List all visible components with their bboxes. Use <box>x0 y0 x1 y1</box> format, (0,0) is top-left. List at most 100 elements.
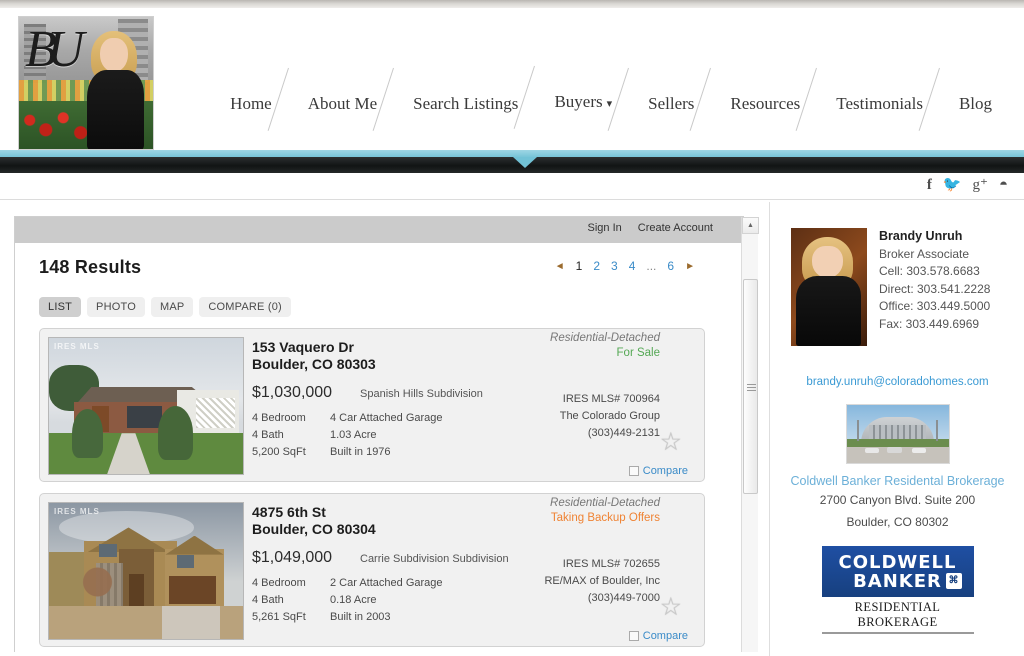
nav-underbar <box>0 157 1024 173</box>
pagination: ◄ 1 2 3 4 ... 6 ► <box>555 259 695 273</box>
logo-residential-brokerage-text: RESIDENTIAL BROKERAGE <box>821 597 974 634</box>
listing-card[interactable]: IRES MLS 4875 6th St Boulder, CO 80304 $… <box>39 493 705 647</box>
compare-control[interactable]: Compare <box>628 465 688 477</box>
compare-control[interactable]: Compare <box>628 630 688 642</box>
scrollbar-up-arrow[interactable]: ▲ <box>742 217 759 234</box>
listing-brokerage: RE/MAX of Boulder, Inc <box>544 575 660 587</box>
sign-in-link[interactable]: Sign In <box>588 222 622 234</box>
listing-status-col: Residential-Detached Taking Backup Offer… <box>550 496 660 526</box>
main-navigation: Home About Me Search Listings Buyers ▾ Se… <box>212 92 1010 116</box>
listing-lot-size: 1.03 Acre <box>330 429 377 441</box>
listing-subdivision: Carrie Subdivision Subdivision <box>360 553 509 565</box>
listing-baths: 4 Bath <box>252 594 284 606</box>
compare-label: Compare <box>642 630 688 642</box>
nav-label: Home <box>230 94 272 113</box>
listing-phone: (303)449-7000 <box>587 592 660 604</box>
agent-title: Broker Associate <box>879 246 970 261</box>
listing-property-type: Residential-Detached <box>550 332 660 344</box>
listing-year-built: Built in 1976 <box>330 446 391 458</box>
listing-price: $1,049,000 <box>252 549 333 566</box>
pagination-page-1[interactable]: 1 <box>576 259 583 273</box>
pagination-page-3[interactable]: 3 <box>611 259 618 273</box>
favorite-star-icon[interactable]: ☆ <box>660 595 682 620</box>
nav-label: Blog <box>958 94 992 113</box>
avatar-body <box>795 276 861 346</box>
pagination-page-2[interactable]: 2 <box>593 259 600 273</box>
listing-photo[interactable]: IRES MLS <box>48 502 244 640</box>
photo-watermark: IRES MLS <box>54 342 100 351</box>
nav-item-testimonials[interactable]: Testimonials <box>818 94 941 116</box>
tab-list[interactable]: LIST <box>39 297 82 317</box>
listing-year-built: Built in 2003 <box>330 611 391 623</box>
page-root: BU Home About Me Search Listings Buyers ▾… <box>0 0 1024 656</box>
listing-brokerage: The Colorado Group <box>559 410 660 422</box>
facebook-icon[interactable]: f <box>927 177 932 193</box>
nav-label: Testimonials <box>836 94 923 113</box>
create-account-link[interactable]: Create Account <box>638 222 713 234</box>
listing-bedrooms: 4 Bedroom <box>252 412 306 424</box>
compare-checkbox[interactable] <box>628 466 639 476</box>
account-links: Sign In Create Account <box>588 222 713 234</box>
googleplus-icon[interactable]: g⁺ <box>973 177 988 193</box>
photo-lattice-window <box>196 397 236 428</box>
photo-shrub-left <box>72 408 104 458</box>
listing-status-col: Residential-Detached For Sale <box>550 331 660 361</box>
listing-bedrooms: 4 Bedroom <box>252 577 306 589</box>
listing-card[interactable]: IRES MLS 153 Vaquero Dr Boulder, CO 8030… <box>39 328 705 482</box>
agent-cell-phone: Cell: 303.578.6683 <box>879 264 980 278</box>
brokerage-address-line1: 2700 Canyon Blvd. Suite 200 <box>819 493 976 507</box>
site-header: BU Home About Me Search Listings Buyers ▾… <box>0 8 1024 150</box>
listing-phone: (303)449-2131 <box>587 427 660 439</box>
agent-email-link[interactable]: brandy.unruh@coloradohomes.com <box>771 376 1024 388</box>
agent-fax: Fax: 303.449.6969 <box>879 316 980 331</box>
brokerage-name-link[interactable]: Coldwell Banker Residental Brokerage <box>771 474 1024 488</box>
listing-garage: 2 Car Attached Garage <box>330 577 443 589</box>
nav-label: Buyers <box>554 92 603 111</box>
pagination-next[interactable]: ► <box>685 261 695 272</box>
nav-item-search-listings[interactable]: Search Listings <box>395 94 536 116</box>
favorite-star-icon[interactable]: ☆ <box>660 430 682 455</box>
twitter-icon[interactable]: 🐦 <box>943 177 962 193</box>
compare-checkbox[interactable] <box>628 631 639 641</box>
photo-front-door <box>128 573 145 607</box>
nav-label: Resources <box>730 94 801 113</box>
avatar-face <box>812 245 843 278</box>
nav-label: About Me <box>307 94 378 113</box>
results-scrollbar[interactable]: ▲ <box>741 217 759 652</box>
listing-garage: 4 Car Attached Garage <box>330 412 443 424</box>
rss-icon[interactable]: ◓ <box>999 177 1008 193</box>
logo-mark-icon: ⌘ <box>945 573 962 589</box>
listing-agent-col: IRES MLS# 702655 RE/MAX of Boulder, Inc … <box>544 556 660 607</box>
site-logo[interactable]: BU <box>18 16 154 150</box>
listing-property-type: Residential-Detached <box>550 497 660 509</box>
listing-specs-col-a: 4 Bedroom 4 Bath 5,200 SqFt <box>252 410 330 461</box>
pagination-prev[interactable]: ◄ <box>555 261 565 272</box>
listing-mls-number: IRES MLS# 700964 <box>562 393 660 405</box>
nav-label: Sellers <box>648 94 695 113</box>
office-car <box>911 447 927 453</box>
nav-item-blog[interactable]: Blog <box>941 94 1010 116</box>
tab-photo[interactable]: PHOTO <box>87 297 145 317</box>
nav-pointer-triangle <box>513 157 537 168</box>
results-header: 148 Results ◄ 1 2 3 4 ... 6 ► <box>15 243 743 291</box>
office-car <box>864 447 880 453</box>
tab-compare[interactable]: COMPARE (0) <box>199 297 291 317</box>
logo-monogram: BU <box>25 21 84 78</box>
scrollbar-thumb[interactable] <box>743 279 758 494</box>
office-lamppost <box>856 420 859 441</box>
social-strip: f 🐦 g⁺ ◓ <box>0 173 1024 200</box>
pagination-ellipsis: ... <box>646 259 657 273</box>
office-lamppost <box>936 420 939 441</box>
agent-office-phone: Office: 303.449.5000 <box>879 299 991 313</box>
listing-baths: 4 Bath <box>252 429 284 441</box>
tab-map[interactable]: MAP <box>150 297 194 317</box>
pagination-page-6[interactable]: 6 <box>667 259 674 273</box>
status-badge: Taking Backup Offers <box>550 512 660 524</box>
listing-photo[interactable]: IRES MLS <box>48 337 244 475</box>
office-building-photo <box>845 404 950 464</box>
pagination-page-4[interactable]: 4 <box>629 259 636 273</box>
photo-driveway <box>161 606 220 639</box>
coldwell-banker-logo[interactable]: COLDWELL BANKER ⌘ RESIDENTIAL BROKERAGE <box>821 546 974 634</box>
logo-artwork: BU <box>19 17 153 149</box>
browser-chrome-strip <box>0 0 1024 8</box>
